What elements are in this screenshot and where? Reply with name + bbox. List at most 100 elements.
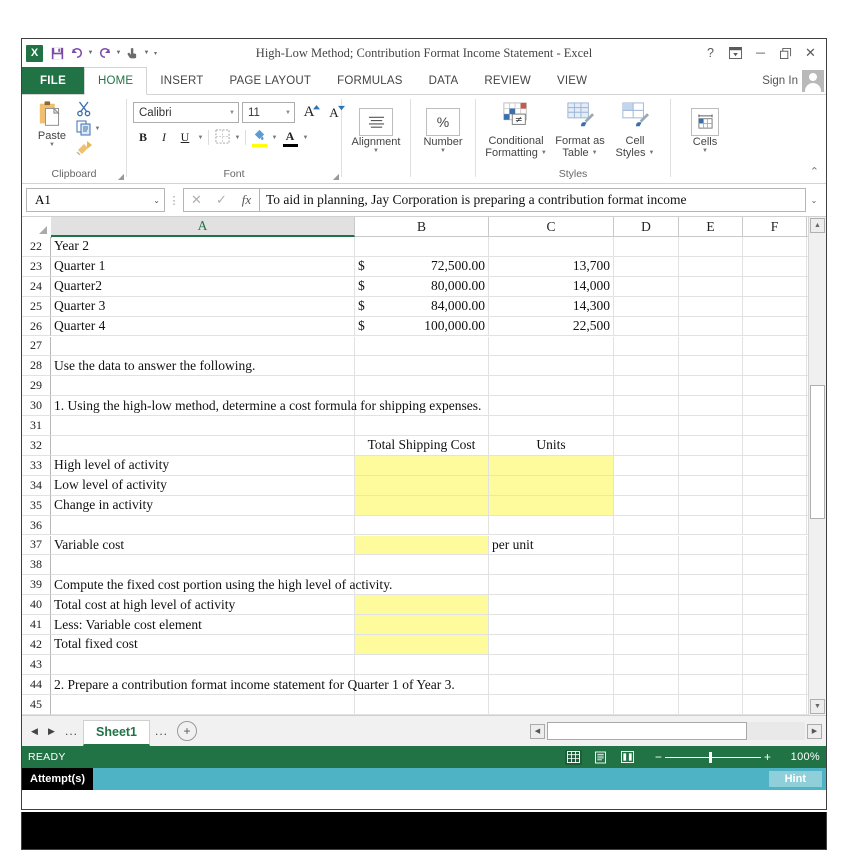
column-header-a[interactable]: A [51,217,355,237]
cell-E40[interactable] [679,595,743,616]
undo-dropdown-icon[interactable]: ▼ [86,50,95,56]
cell-F39[interactable] [743,575,807,596]
tab-file[interactable]: FILE [22,67,84,94]
row-header-25[interactable]: 25 [22,296,51,317]
cell-B31[interactable] [355,416,489,436]
cell-E28[interactable] [679,356,743,377]
font-size-input[interactable]: 11 ▼ [242,102,295,123]
cell-F32[interactable] [743,436,807,456]
cell-D30[interactable] [614,396,679,417]
cell-B33[interactable] [355,455,489,476]
cell-C25[interactable]: 14,300 [489,296,614,317]
cell-C24[interactable]: 14,000 [489,276,614,297]
underline-button[interactable]: U [175,128,195,147]
cell-styles-dropdown-icon[interactable]: ▼ [649,148,655,159]
normal-view-icon[interactable] [565,749,582,765]
cell-F29[interactable] [743,376,807,397]
redo-icon[interactable] [95,43,114,63]
cell-E34[interactable] [679,475,743,496]
cell-C34[interactable] [489,475,614,496]
cell-E27[interactable] [679,336,743,357]
row-header-23[interactable]: 23 [22,256,51,277]
row-header-40[interactable]: 40 [22,595,51,616]
cell-B34[interactable] [355,475,489,496]
cell-D27[interactable] [614,336,679,357]
font-size-dropdown-icon[interactable]: ▼ [279,110,291,116]
zoom-in-button[interactable]: + [761,750,774,764]
cell-C38[interactable] [489,555,614,576]
cell-A42[interactable]: Total fixed cost [51,635,355,655]
cell-D42[interactable] [614,635,679,655]
format-as-table-button[interactable]: Format as Table ▼ [550,100,610,159]
row-header-30[interactable]: 30 [22,396,51,417]
format-as-table-dropdown-icon[interactable]: ▼ [592,148,598,159]
cell-styles-button[interactable]: Cell Styles ▼ [610,100,660,159]
last-sheet-button[interactable]: ▶ [43,720,60,742]
cell-C36[interactable] [489,515,614,536]
cell-F27[interactable] [743,336,807,357]
cell-B38[interactable] [355,555,489,576]
cell-D34[interactable] [614,475,679,496]
cell-E31[interactable] [679,416,743,436]
cell-F40[interactable] [743,595,807,616]
cell-A41[interactable]: Less: Variable cost element [51,615,355,635]
cell-B25[interactable]: $84,000.00 [355,296,489,317]
cell-A38[interactable] [51,555,355,576]
vertical-scrollbar-thumb[interactable] [810,385,825,519]
cell-F26[interactable] [743,316,807,337]
cell-F30[interactable] [743,396,807,417]
scroll-down-button[interactable]: ▼ [810,699,825,714]
row-header-26[interactable]: 26 [22,316,51,337]
page-break-view-icon[interactable] [619,750,636,765]
formula-input[interactable]: To aid in planning, Jay Corporation is p… [259,188,806,212]
cell-B37[interactable] [355,535,489,556]
alignment-button[interactable]: Alignment ▼ [352,106,400,155]
cell-A40[interactable]: Total cost at high level of activity [51,595,355,616]
cell-A29[interactable] [51,376,355,397]
cell-D23[interactable] [614,256,679,277]
font-name-dropdown-icon[interactable]: ▼ [223,110,235,116]
row-header-43[interactable]: 43 [22,654,51,675]
redo-dropdown-icon[interactable]: ▼ [114,50,123,56]
borders-button[interactable] [212,128,232,147]
cell-F44[interactable] [743,674,807,695]
cell-C45[interactable] [489,694,614,715]
cell-B29[interactable] [355,376,489,397]
cell-F45[interactable] [743,694,807,715]
cell-D43[interactable] [614,654,679,675]
cell-A25[interactable]: Quarter 3 [51,296,355,317]
cell-D25[interactable] [614,296,679,317]
row-header-41[interactable]: 41 [22,615,51,635]
insert-function-icon[interactable]: fx [234,190,259,210]
cell-F37[interactable] [743,535,807,556]
cell-A27[interactable] [51,336,355,357]
cell-C37[interactable]: per unit [489,535,614,556]
underline-dropdown-icon[interactable]: ▼ [196,135,205,141]
cell-F25[interactable] [743,296,807,317]
cell-E37[interactable] [679,535,743,556]
italic-button[interactable]: I [154,128,174,147]
cell-E35[interactable] [679,495,743,516]
cell-E23[interactable] [679,256,743,277]
help-icon[interactable]: ? [698,42,723,64]
cancel-icon[interactable]: ✕ [184,190,209,210]
zoom-out-button[interactable]: − [652,750,665,764]
cell-D40[interactable] [614,595,679,616]
number-dropdown-icon[interactable]: ▼ [440,148,446,155]
row-header-36[interactable]: 36 [22,515,51,536]
cell-D28[interactable] [614,356,679,377]
cell-E38[interactable] [679,555,743,576]
cell-F23[interactable] [743,256,807,277]
copy-button[interactable]: ▼ [76,120,102,137]
copy-dropdown-icon[interactable]: ▼ [93,126,102,132]
cell-B27[interactable] [355,336,489,357]
zoom-slider-thumb[interactable] [709,751,712,763]
tab-review[interactable]: REVIEW [471,67,544,94]
cell-F28[interactable] [743,356,807,377]
column-header-b[interactable]: B [355,217,489,237]
cell-B24[interactable]: $80,000.00 [355,276,489,297]
cell-A23[interactable]: Quarter 1 [51,256,355,277]
font-color-dropdown-icon[interactable]: ▼ [301,135,310,141]
scroll-left-button[interactable]: ◀ [530,723,545,739]
zoom-level-label[interactable]: 100% [786,751,820,763]
